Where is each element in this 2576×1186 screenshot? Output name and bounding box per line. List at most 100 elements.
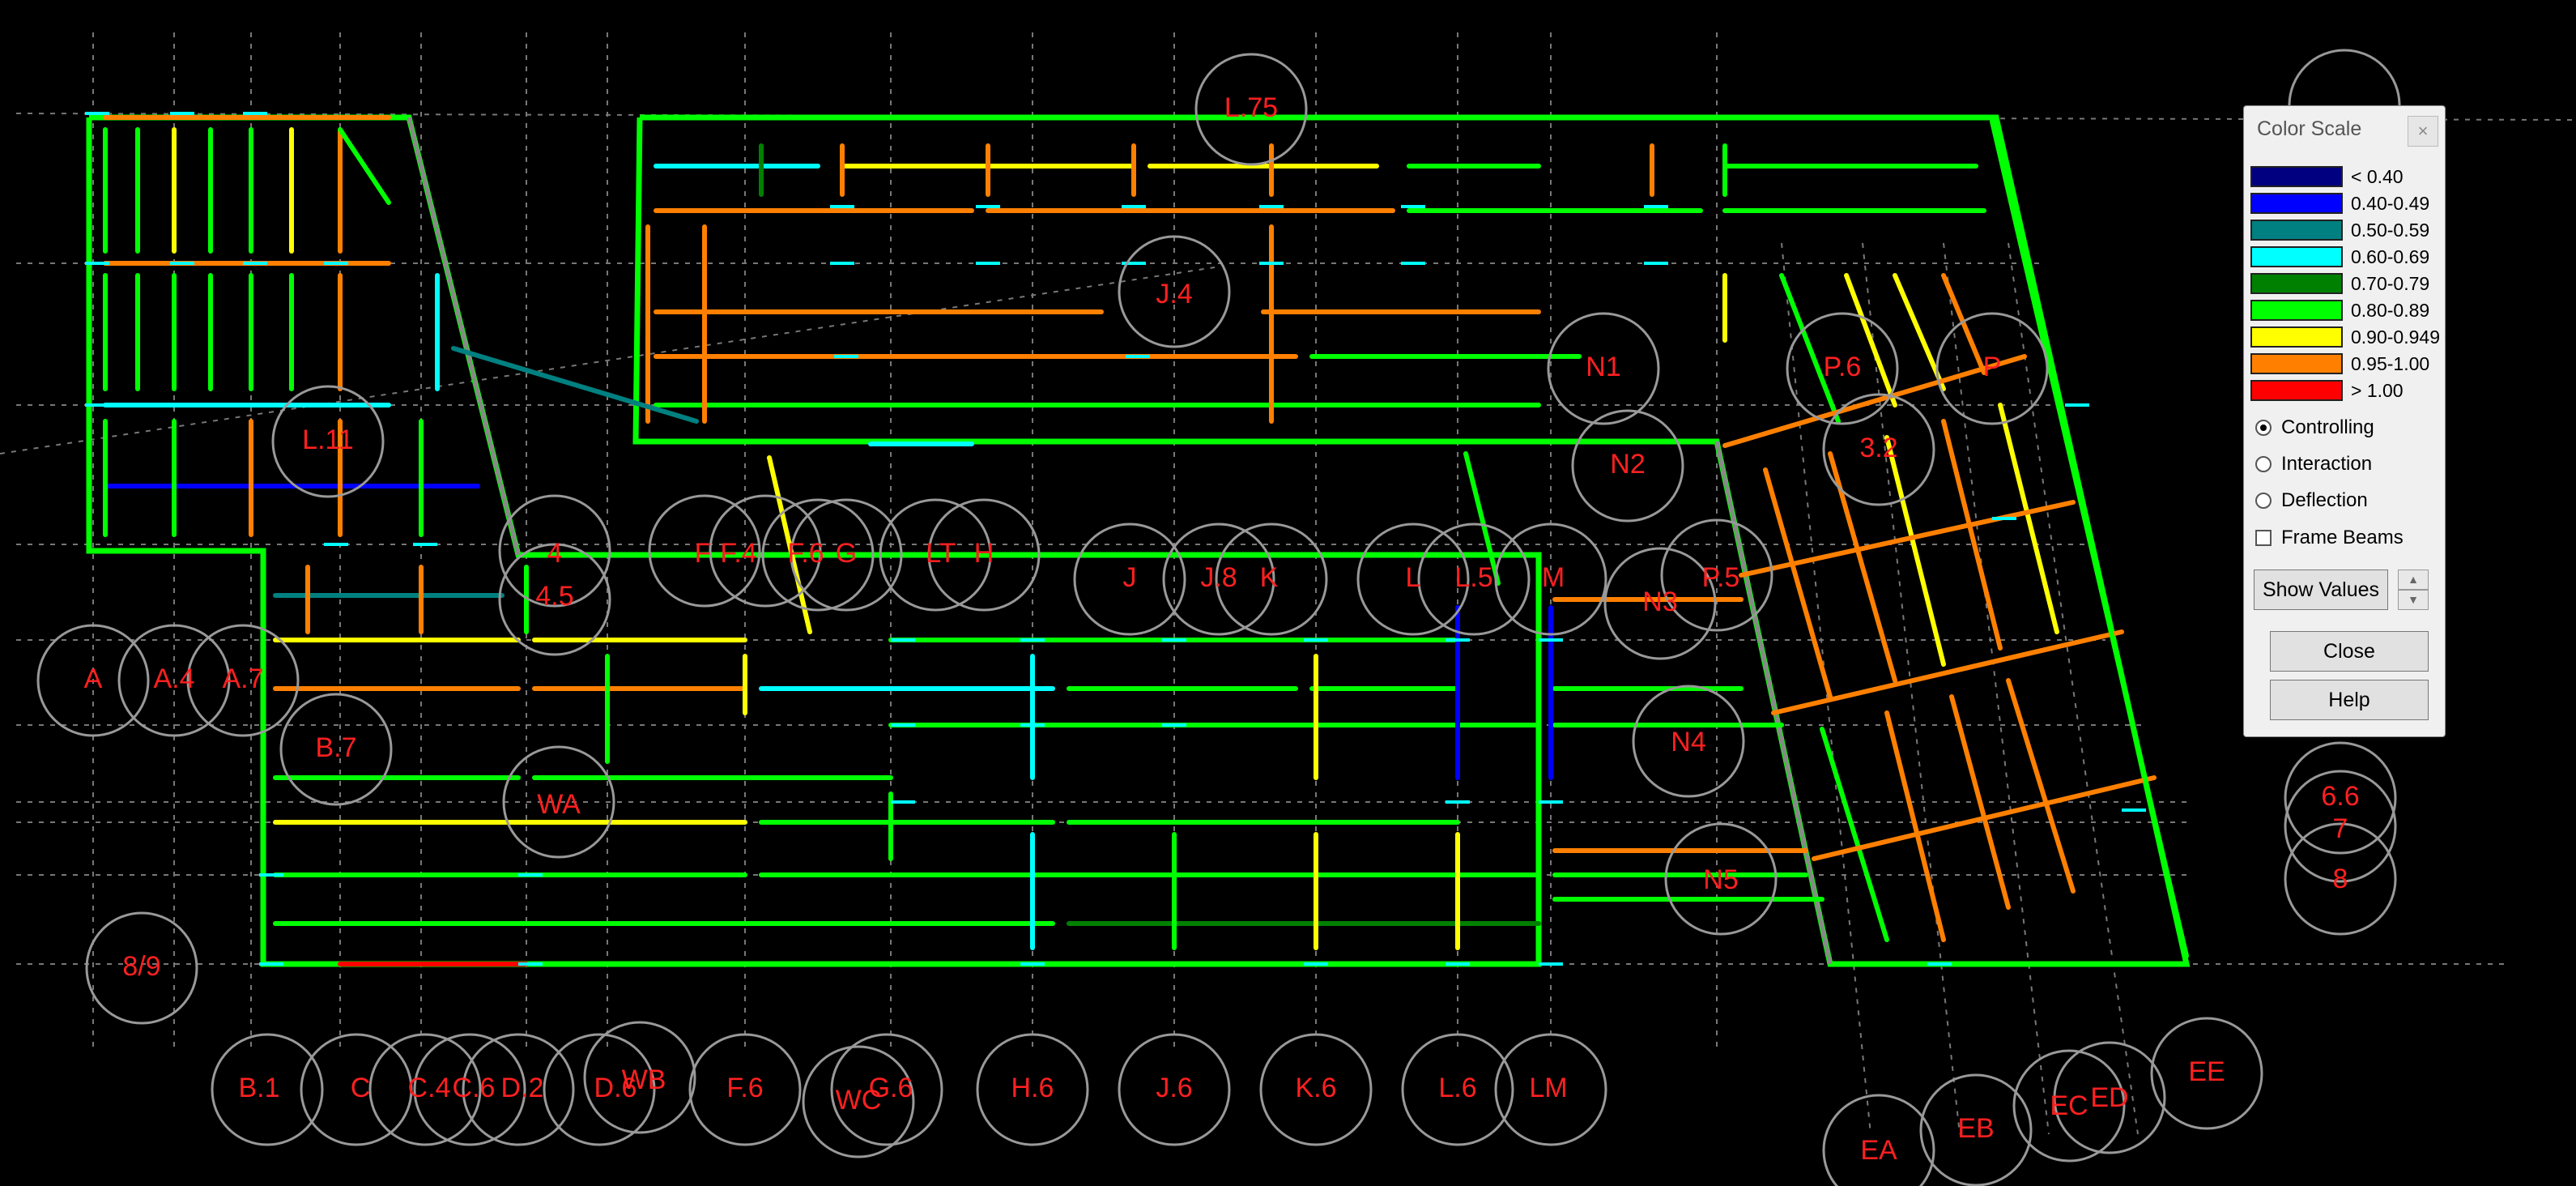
floor-outline <box>86 114 2191 967</box>
radio-icon[interactable] <box>2255 493 2272 509</box>
show-values-spinner[interactable]: ▲ ▼ <box>2398 570 2429 610</box>
bubble-label: K <box>1260 562 1279 593</box>
color-scale-dialog: Color Scale × < 0.40 0.40-0.49 0.50-0.59… <box>2243 105 2446 737</box>
bubble-label: G <box>836 538 857 569</box>
beams-diagonal <box>338 119 2189 958</box>
legend-row: 0.50-0.59 <box>2250 218 2429 242</box>
bubble-label: P.5 <box>1702 562 1740 593</box>
bubble-label: A.4 <box>153 663 194 694</box>
bubble-label: F.6 <box>726 1073 763 1103</box>
legend-label: 0.70-0.79 <box>2351 272 2430 294</box>
legend-row: 0.95-1.00 <box>2250 352 2429 376</box>
legend-label: > 1.00 <box>2351 379 2404 401</box>
interaction-radio[interactable]: Interaction <box>2255 450 2372 478</box>
bubble-label: F.6 <box>787 538 824 569</box>
spin-down-icon[interactable]: ▼ <box>2398 590 2429 610</box>
legend-row: 0.90-0.949 <box>2250 325 2440 349</box>
column-markers <box>85 112 2146 966</box>
legend-swatch <box>2250 193 2343 214</box>
beams-horizontal <box>103 115 1986 966</box>
bubble-label: J <box>1123 562 1137 593</box>
show-values-button[interactable]: Show Values <box>2254 570 2388 610</box>
legend-label: 0.95-1.00 <box>2351 352 2430 374</box>
bubble-label: ED <box>2090 1082 2128 1113</box>
beam-plan-drawing[interactable]: L.75 A A.4 A.7 B.7 8/9 B.1 C C.4 C.6 D.2… <box>0 0 2576 1186</box>
legend-swatch <box>2250 273 2343 294</box>
legend-row: 0.40-0.49 <box>2250 191 2429 215</box>
legend-swatch <box>2250 246 2343 267</box>
bubble-label: 3.2 <box>1859 433 1897 463</box>
bubble-label: N3 <box>1642 587 1677 617</box>
bubble-label: 8 <box>2333 864 2348 894</box>
bubble-label: D.2 <box>501 1073 544 1103</box>
bubble-label: EA <box>1860 1135 1897 1166</box>
bubble-label: A.7 <box>222 663 263 694</box>
bubble-label: N5 <box>1703 864 1738 895</box>
legend-swatch <box>2250 353 2343 374</box>
interaction-label: Interaction <box>2281 453 2373 475</box>
bubble-label: 4 <box>547 538 563 569</box>
legend-label: < 0.40 <box>2351 165 2404 187</box>
legend-label: 0.50-0.59 <box>2351 219 2430 241</box>
grid-bubble-labels: L.75 A A.4 A.7 B.7 8/9 B.1 C C.4 C.6 D.2… <box>84 92 2360 1166</box>
help-button[interactable]: Help <box>2270 680 2429 720</box>
bubble-label: C <box>351 1073 371 1103</box>
legend-label: 0.90-0.949 <box>2351 326 2440 348</box>
bubble-label: P.6 <box>1824 352 1862 382</box>
legend-row: 0.80-0.89 <box>2250 298 2429 322</box>
legend-swatch <box>2250 300 2343 321</box>
checkbox-icon[interactable] <box>2255 530 2272 546</box>
bubble-label: WA <box>537 789 581 820</box>
bubble-label: LM <box>1529 1073 1567 1103</box>
legend-label: 0.60-0.69 <box>2351 245 2430 267</box>
bubble-label: P <box>1983 352 2002 382</box>
bubble-label: B.7 <box>315 732 356 763</box>
bubble-label: L.11 <box>302 424 354 455</box>
spin-up-icon[interactable]: ▲ <box>2398 570 2429 590</box>
controlling-label: Controlling <box>2281 416 2374 438</box>
bubble-label: WB <box>622 1064 666 1095</box>
legend-swatch <box>2250 220 2343 241</box>
legend-row: 0.60-0.69 <box>2250 245 2429 269</box>
bubble-label: LT <box>926 538 956 569</box>
bubble-label: H.6 <box>1011 1073 1054 1103</box>
bubble-label: L.75 <box>1224 92 1278 123</box>
legend-swatch <box>2250 380 2343 401</box>
legend-label: 0.40-0.49 <box>2351 192 2430 214</box>
radio-icon[interactable] <box>2255 456 2272 472</box>
legend-row: < 0.40 <box>2250 164 2404 189</box>
bubble-label: EB <box>1957 1113 1994 1144</box>
bubble-label: 4.5 <box>535 581 573 612</box>
deflection-radio[interactable]: Deflection <box>2255 487 2368 514</box>
controlling-radio[interactable]: Controlling <box>2255 414 2374 442</box>
legend-row: 0.70-0.79 <box>2250 271 2429 296</box>
frame-beams-label: Frame Beams <box>2281 527 2404 548</box>
legend-swatch <box>2250 326 2343 348</box>
bubble-label: J.8 <box>1200 562 1237 593</box>
radio-selected-icon[interactable] <box>2255 420 2272 436</box>
bubble-label: EE <box>2188 1056 2225 1087</box>
beams-vertical <box>103 127 1727 950</box>
bubble-label: N4 <box>1671 727 1705 757</box>
bubble-label: 6.6 <box>2321 781 2359 812</box>
deflection-label: Deflection <box>2281 489 2368 511</box>
bubble-label: N1 <box>1586 352 1620 382</box>
dialog-title: Color Scale <box>2257 117 2362 140</box>
bubble-label: H <box>974 538 994 569</box>
bubble-label: F.4 <box>720 538 756 569</box>
bubble-label: L <box>1406 562 1421 593</box>
bubble-label: A <box>84 663 103 694</box>
legend-swatch <box>2250 166 2343 187</box>
frame-beams-checkbox[interactable]: Frame Beams <box>2255 524 2404 552</box>
bubble-label: L.6 <box>1438 1073 1476 1103</box>
bubble-label: J.6 <box>1156 1073 1192 1103</box>
bubble-label: EC <box>2050 1090 2088 1121</box>
close-icon[interactable]: × <box>2408 116 2438 147</box>
grid-bubbles <box>36 49 2401 1186</box>
bubble-label: C.4 <box>408 1073 451 1103</box>
bubble-label: N2 <box>1610 449 1645 480</box>
bubble-label: L.5 <box>1454 562 1492 593</box>
bubble-label: M <box>1542 562 1565 593</box>
legend-label: 0.80-0.89 <box>2351 299 2430 321</box>
close-button[interactable]: Close <box>2270 631 2429 672</box>
